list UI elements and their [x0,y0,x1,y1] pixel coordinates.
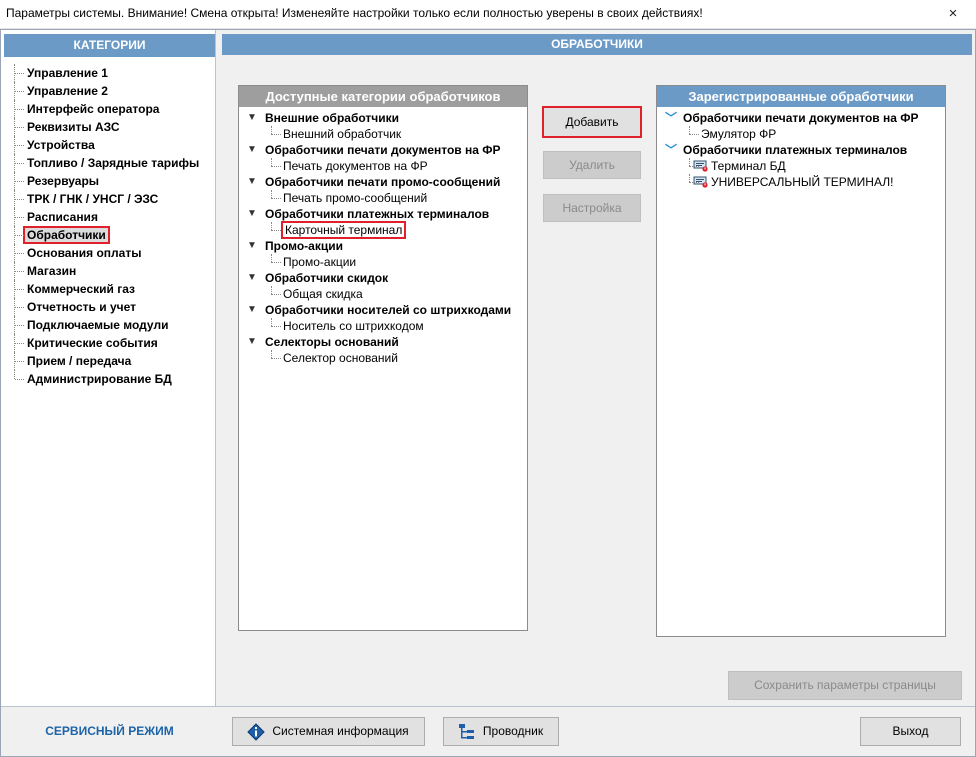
category-item[interactable]: Магазин [14,262,199,280]
tree-leaf[interactable]: Терминал БД [663,158,945,174]
tree-leaf[interactable]: Промо-акции [245,254,527,270]
close-icon[interactable]: × [942,3,964,25]
category-item[interactable]: Администрирование БД [14,370,199,388]
tree-leaf[interactable]: Носитель со штрихкодом [245,318,527,334]
tree-group[interactable]: ﹀ Обработчики печати документов на ФР [663,110,945,126]
collapse-arrow-icon[interactable]: ▼ [247,238,257,254]
tree-group[interactable]: ﹀ Обработчики платежных терминалов [663,142,945,158]
tree-structure-icon [459,724,474,739]
category-item[interactable]: Управление 2 [14,82,199,100]
category-item[interactable]: Управление 1 [14,64,199,82]
available-handlers-panel[interactable]: Доступные категории обработчиков ▼ Внешни… [238,85,528,631]
collapse-arrow-icon[interactable]: ▼ [247,270,257,286]
category-item[interactable]: ТРК / ГНК / УНСГ / ЭЗС [14,190,199,208]
terminal-icon [693,176,708,188]
tree-group[interactable]: ▼ Промо-акции [245,238,527,254]
category-item[interactable]: Основания оплаты [14,244,199,262]
category-item[interactable]: Прием / передача [14,352,199,370]
tree-leaf[interactable]: Эмулятор ФР [663,126,945,142]
tree-leaf[interactable]: Селектор оснований [245,350,527,366]
save-page-button[interactable]: Сохранить параметры страницы [728,671,962,700]
chevron-down-icon[interactable]: ﹀ [665,142,677,158]
tree-group[interactable]: ▼ Внешние обработчики [245,110,527,126]
category-item[interactable]: Устройства [14,136,199,154]
registered-handlers-header: Зарегистрированные обработчики [657,86,945,107]
category-item[interactable]: Коммерческий газ [14,280,199,298]
tree-group[interactable]: ▼ Селекторы оснований [245,334,527,350]
tree-group[interactable]: ▼ Обработчики скидок [245,270,527,286]
window-title: Параметры системы. Внимание! Смена откры… [6,6,703,20]
footer-divider [1,706,975,707]
add-button[interactable]: Добавить [542,106,642,138]
available-tree: ▼ Внешние обработчики Внешний обработчик … [239,107,527,366]
tree-leaf[interactable]: Печать документов на ФР [245,158,527,174]
handlers-header: ОБРАБОТЧИКИ [222,34,972,55]
settings-button[interactable]: Настройка [543,194,641,222]
category-item[interactable]: Интерфейс оператора [14,100,199,118]
collapse-arrow-icon[interactable]: ▼ [247,206,257,222]
explorer-button[interactable]: Проводник [443,717,559,746]
collapse-arrow-icon[interactable]: ▼ [247,302,257,318]
system-info-button[interactable]: Системная информация [232,717,425,746]
tree-leaf[interactable]: УНИВЕРСАЛЬНЫЙ ТЕРМИНАЛ! [663,174,945,190]
delete-button[interactable]: Удалить [543,151,641,179]
category-item[interactable]: Подключаемые модули [14,316,199,334]
categories-header: КАТЕГОРИИ [4,34,215,57]
tree-group[interactable]: ▼ Обработчики платежных терминалов [245,206,527,222]
category-item[interactable]: Топливо / Зарядные тарифы [14,154,199,172]
tree-group[interactable]: ▼ Обработчики носителей со штрихкодами [245,302,527,318]
collapse-arrow-icon[interactable]: ▼ [247,334,257,350]
tree-group[interactable]: ▼ Обработчики печати документов на ФР [245,142,527,158]
available-handlers-header: Доступные категории обработчиков [239,86,527,107]
tree-leaf[interactable]: Внешний обработчик [245,126,527,142]
tree-leaf[interactable]: Общая скидка [245,286,527,302]
categories-list: Управление 1 Управление 2 Интерфейс опер… [14,64,199,388]
tree-leaf-highlighted[interactable]: Карточный терминал [245,221,527,239]
service-mode-label[interactable]: СЕРВИСНЫЙ РЕЖИМ [22,724,197,738]
registered-handlers-panel[interactable]: Зарегистрированные обработчики ﹀ Обработч… [656,85,946,637]
chevron-down-icon[interactable]: ﹀ [665,110,677,126]
tree-leaf[interactable]: Печать промо-сообщений [245,190,527,206]
category-item[interactable]: Отчетность и учет [14,298,199,316]
info-diamond-icon [247,723,265,741]
title-bar: Параметры системы. Внимание! Смена откры… [0,0,976,29]
collapse-arrow-icon[interactable]: ▼ [247,174,257,190]
tree-group[interactable]: ▼ Обработчики печати промо-сообщений [245,174,527,190]
category-item[interactable]: Реквизиты АЗС [14,118,199,136]
exit-button[interactable]: Выход [860,717,961,746]
category-item[interactable]: Резервуары [14,172,199,190]
registered-tree: ﹀ Обработчики печати документов на ФР Эму… [657,107,945,190]
collapse-arrow-icon[interactable]: ▼ [247,110,257,126]
category-item[interactable]: Критические события [14,334,199,352]
terminal-icon [693,160,708,172]
collapse-arrow-icon[interactable]: ▼ [247,142,257,158]
category-item[interactable]: Расписания [14,208,199,226]
category-item-selected[interactable]: Обработчики [14,226,199,244]
